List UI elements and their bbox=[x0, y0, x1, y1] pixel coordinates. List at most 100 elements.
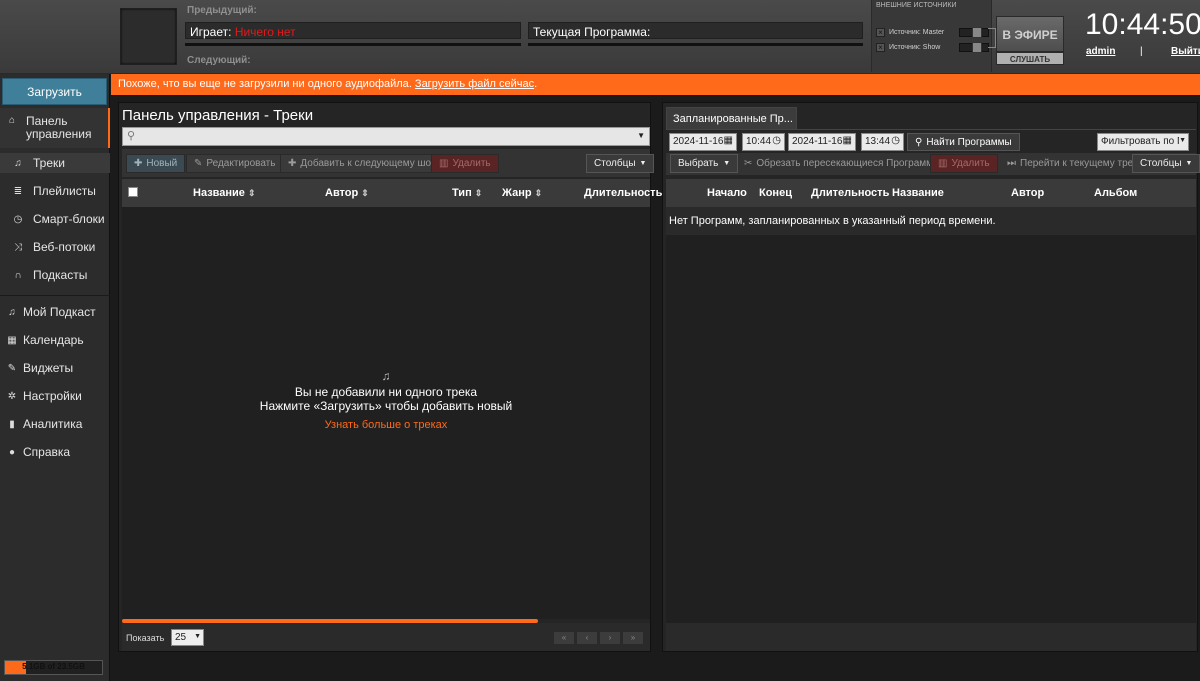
schedule-table-body bbox=[666, 235, 1196, 623]
listen-button[interactable]: СЛУШАТЬ bbox=[996, 52, 1064, 65]
upload-button[interactable]: Загрузить bbox=[2, 78, 107, 105]
sidebar-item-calendar[interactable]: ▦ Календарь bbox=[0, 330, 110, 350]
external-sources-title: ВНЕШНИЕ ИСТОЧНИКИ bbox=[876, 2, 957, 9]
sidebar-item-smart-blocks[interactable]: ◷ Смарт-блоки bbox=[0, 209, 110, 229]
chevron-down-icon: ▼ bbox=[1179, 137, 1186, 144]
end-date-input[interactable]: 2024-11-16 ▦ bbox=[788, 133, 856, 151]
sidebar-item-label: Треки bbox=[33, 156, 65, 170]
next-page-button[interactable]: › bbox=[599, 631, 621, 645]
column-album[interactable]: Альбом bbox=[1094, 187, 1137, 199]
show-label: Показать bbox=[126, 633, 165, 643]
find-shows-button[interactable]: ⚲ Найти Программы bbox=[907, 133, 1020, 151]
columns-button[interactable]: Столбцы ▼ bbox=[586, 154, 655, 173]
search-input[interactable]: ⚲ ▼ bbox=[122, 127, 650, 146]
clock-icon: ◷ bbox=[772, 135, 781, 146]
sidebar-item-label: Мой Подкаст bbox=[23, 305, 96, 319]
previous-page-button[interactable]: ‹ bbox=[576, 631, 598, 645]
column-title[interactable]: Название bbox=[892, 187, 944, 199]
column-creator[interactable]: Автор bbox=[1011, 187, 1044, 199]
user-link[interactable]: admin bbox=[1086, 46, 1115, 57]
caret-down-icon: ▼ bbox=[639, 160, 647, 167]
external-sources: ВНЕШНИЕ ИСТОЧНИКИ × Источник: Master × И… bbox=[871, 0, 992, 72]
new-button[interactable]: ✚ Новый bbox=[126, 154, 186, 173]
source-master-toggle[interactable] bbox=[959, 27, 989, 38]
sidebar-item-playlists[interactable]: ≣ Плейлисты bbox=[0, 181, 110, 201]
help-icon: ● bbox=[8, 446, 16, 458]
sidebar-item-help[interactable]: ● Справка bbox=[0, 442, 110, 462]
master-panel: Предыдущий: Играет: Ничего нет Следующий… bbox=[0, 0, 1200, 74]
sidebar-item-dashboard[interactable]: ⌂ Панель управления bbox=[0, 108, 110, 148]
schedule-delete-button[interactable]: ▥ Удалить bbox=[930, 154, 998, 173]
pagination: « ‹ › » bbox=[553, 631, 647, 645]
end-time-input[interactable]: 13:44 ◷ bbox=[861, 133, 904, 151]
column-length[interactable]: Длительность bbox=[584, 187, 662, 199]
station-logo bbox=[120, 8, 177, 65]
first-page-button[interactable]: « bbox=[553, 631, 575, 645]
filter-select[interactable]: Фильтровать по П ▼ bbox=[1097, 133, 1189, 151]
logout-link[interactable]: Выйти bbox=[1171, 46, 1200, 57]
sidebar-item-label: Смарт-блоки bbox=[33, 212, 105, 226]
sidebar-item-label: Аналитика bbox=[23, 417, 83, 431]
add-to-show-button[interactable]: ✚ Добавить к следующему шоу bbox=[280, 154, 444, 173]
page-size-select[interactable]: 25 ▼ bbox=[171, 629, 204, 646]
sidebar-item-analytics[interactable]: ▮ Аналитика bbox=[0, 414, 110, 434]
current-program-bar: Текущая Программа: bbox=[528, 22, 863, 39]
select-button[interactable]: Выбрать ▼ bbox=[670, 154, 739, 173]
calendar-icon: ▦ bbox=[842, 135, 852, 146]
jump-to-current-button[interactable]: ⏭ Перейти к текущему треку bbox=[999, 154, 1151, 173]
clock-icon: ◷ bbox=[891, 135, 900, 146]
wrench-icon: ✎ bbox=[7, 362, 17, 374]
column-length[interactable]: Длительность bbox=[811, 187, 889, 199]
home-icon: ⌂ bbox=[8, 115, 16, 126]
music-note-icon: ♫ bbox=[8, 306, 16, 318]
learn-more-link[interactable]: Узнать больше о треках bbox=[122, 419, 650, 431]
delete-button[interactable]: ▥ Удалить bbox=[431, 154, 499, 173]
sidebar-item-my-podcast[interactable]: ♫ Мой Подкаст bbox=[0, 302, 110, 322]
column-start[interactable]: Начало bbox=[707, 187, 747, 199]
column-genre[interactable]: Жанр ⇕ bbox=[502, 187, 542, 199]
start-date-input[interactable]: 2024-11-16 ▦ bbox=[669, 133, 737, 151]
sidebar-item-webstreams[interactable]: ⤨ Веб-потоки bbox=[0, 237, 110, 257]
source-connector bbox=[988, 28, 996, 48]
column-type[interactable]: Тип ⇕ bbox=[452, 187, 482, 199]
sidebar-item-podcasts[interactable]: ∩ Подкасты bbox=[0, 265, 110, 285]
add-to-show-label: Добавить к следующему шоу bbox=[300, 158, 436, 169]
trim-overbooked-button[interactable]: ✂ Обрезать пересекающиеся Программы bbox=[736, 154, 948, 173]
delete-label: Удалить bbox=[452, 158, 491, 169]
source-show-row: × Источник: Show bbox=[876, 42, 989, 53]
tracks-toolbar: ✚ Новый ✎ Редактировать ✚ Добавить к следую… bbox=[122, 149, 655, 177]
edit-button[interactable]: ✎ Редактировать bbox=[186, 154, 284, 173]
select-all-checkbox[interactable] bbox=[128, 187, 138, 197]
columns-label: Столбцы bbox=[594, 158, 636, 169]
close-icon[interactable]: × bbox=[876, 43, 885, 52]
track-progress bbox=[185, 43, 521, 46]
sort-icon: ⇕ bbox=[247, 188, 256, 198]
tracks-panel: Панель управления - Треки ⚲ ▼ ✚ Новый ✎ Ре… bbox=[118, 102, 662, 652]
upload-now-link[interactable]: Загрузить файл сейчас bbox=[415, 78, 534, 90]
close-icon[interactable]: × bbox=[876, 28, 885, 37]
trim-label: Обрезать пересекающиеся Программы bbox=[756, 158, 941, 169]
link-divider: | bbox=[1140, 46, 1143, 57]
start-time-input[interactable]: 10:44 ◷ bbox=[742, 133, 785, 151]
music-note-icon: ♫ bbox=[381, 369, 391, 383]
tracks-footer: Показать 25 ▼ « ‹ › » bbox=[122, 623, 650, 651]
sidebar-item-widgets[interactable]: ✎ Виджеты bbox=[0, 358, 110, 378]
caret-down-icon: ▼ bbox=[1185, 160, 1193, 167]
sidebar-item-tracks[interactable]: ♫ Треки bbox=[0, 153, 110, 173]
calendar-icon: ▦ bbox=[7, 334, 17, 346]
sidebar-divider bbox=[0, 295, 110, 296]
column-end[interactable]: Конец bbox=[759, 187, 792, 199]
sidebar-item-settings[interactable]: ✲ Настройки bbox=[0, 386, 110, 406]
trash-icon: ▥ bbox=[938, 158, 948, 169]
sidebar-item-label: Панель управления bbox=[26, 114, 92, 141]
tab-scheduled-shows[interactable]: Запланированные Пр... bbox=[666, 107, 797, 129]
last-page-button[interactable]: » bbox=[622, 631, 644, 645]
tab-underline bbox=[666, 129, 1196, 130]
schedule-columns-button[interactable]: Столбцы ▼ bbox=[1132, 154, 1200, 173]
source-show-toggle[interactable] bbox=[959, 42, 989, 53]
column-title[interactable]: Название ⇕ bbox=[193, 187, 255, 199]
music-note-icon: ♫ bbox=[14, 157, 22, 169]
column-creator[interactable]: Автор ⇕ bbox=[325, 187, 369, 199]
current-program-label: Текущая Программа: bbox=[533, 25, 651, 39]
clock-icon: ◷ bbox=[13, 213, 23, 225]
